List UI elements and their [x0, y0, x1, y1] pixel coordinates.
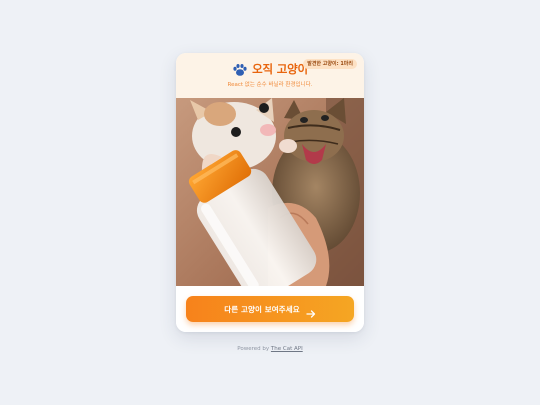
- powered-by: Powered by The Cat API: [0, 346, 540, 352]
- page: 오직 고양이 React 없는 순수 바닐라 환경입니다. 발견한 고양이: 1…: [0, 0, 540, 405]
- cat-api-link[interactable]: The Cat API: [271, 346, 303, 352]
- cat-photo: [176, 98, 364, 286]
- card-footer: 다른 고양이 보여주세요: [176, 286, 364, 332]
- page-title: 오직 고양이: [252, 62, 308, 76]
- card-header: 오직 고양이 React 없는 순수 바닐라 환경입니다. 발견한 고양이: 1…: [176, 53, 364, 98]
- next-cat-button[interactable]: 다른 고양이 보여주세요: [186, 296, 354, 322]
- next-cat-label: 다른 고양이 보여주세요: [224, 304, 300, 314]
- cat-count-badge: 발견한 고양이: 1마리: [303, 59, 357, 69]
- powered-prefix: Powered by: [237, 346, 270, 352]
- page-subtitle: React 없는 순수 바닐라 환경입니다.: [227, 82, 313, 88]
- arrow-right-icon: [306, 304, 316, 318]
- paw-icon: [232, 62, 248, 76]
- cat-card: 오직 고양이 React 없는 순수 바닐라 환경입니다. 발견한 고양이: 1…: [176, 53, 364, 332]
